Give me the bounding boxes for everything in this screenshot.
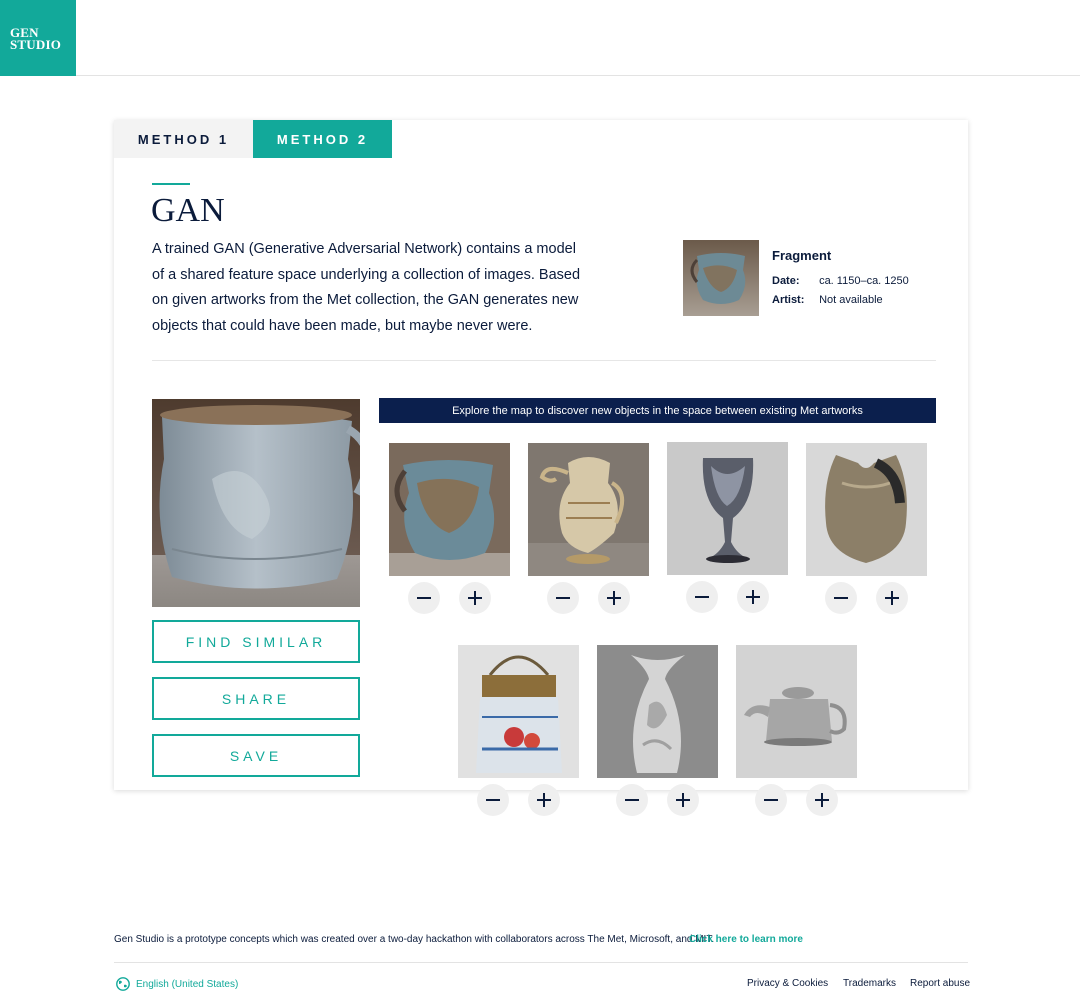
language-label: English (United States) bbox=[136, 978, 239, 990]
remove-weight-button[interactable] bbox=[755, 784, 787, 816]
source-tile-fragment-jar bbox=[389, 443, 510, 614]
artist-label: Artist: bbox=[772, 294, 805, 306]
source-tile-teapot bbox=[736, 645, 857, 816]
bag-image[interactable] bbox=[458, 645, 579, 778]
explore-banner: Explore the map to discover new objects … bbox=[379, 398, 936, 423]
globe-icon bbox=[116, 977, 130, 991]
generated-artwork-image bbox=[152, 399, 360, 607]
jar-image[interactable] bbox=[389, 443, 510, 576]
source-tile-vase bbox=[597, 645, 718, 816]
learn-more-link[interactable]: Click here to learn more bbox=[689, 934, 803, 945]
source-tile-beaded-bag bbox=[458, 645, 579, 816]
goblet-image[interactable] bbox=[667, 442, 788, 575]
title-accent-line bbox=[152, 183, 190, 185]
date-label: Date: bbox=[772, 275, 800, 287]
remove-weight-button[interactable] bbox=[477, 784, 509, 816]
remove-weight-button[interactable] bbox=[686, 581, 718, 613]
artwork-date-row: Date: ca. 1150–ca. 1250 bbox=[772, 275, 909, 287]
remove-weight-button[interactable] bbox=[547, 582, 579, 614]
ewer-image[interactable] bbox=[528, 443, 649, 576]
share-button[interactable]: SHARE bbox=[152, 677, 360, 720]
tab-method-1[interactable]: METHOD 1 bbox=[114, 120, 253, 158]
remove-weight-button[interactable] bbox=[825, 582, 857, 614]
footer-divider bbox=[114, 962, 968, 963]
page-title: GAN bbox=[151, 192, 225, 229]
find-similar-button[interactable]: FIND SIMILAR bbox=[152, 620, 360, 663]
logo-line-2: STUDIO bbox=[10, 37, 62, 52]
add-weight-button[interactable] bbox=[528, 784, 560, 816]
gan-description: A trained GAN (Generative Adversarial Ne… bbox=[152, 241, 581, 334]
add-weight-button[interactable] bbox=[876, 582, 908, 614]
remove-weight-button[interactable] bbox=[616, 784, 648, 816]
artwork-title: Fragment bbox=[772, 248, 832, 263]
add-weight-button[interactable] bbox=[737, 581, 769, 613]
add-weight-button[interactable] bbox=[598, 582, 630, 614]
teapot-image[interactable] bbox=[736, 645, 857, 778]
source-tile-armor bbox=[806, 443, 927, 614]
gen-studio-logo[interactable]: GEN STUDIO bbox=[0, 0, 76, 76]
privacy-link[interactable]: Privacy & Cookies bbox=[747, 978, 828, 989]
report-abuse-link[interactable]: Report abuse bbox=[910, 978, 970, 989]
language-selector[interactable]: English (United States) bbox=[116, 977, 238, 991]
artwork-artist-row: Artist: Not available bbox=[772, 294, 883, 306]
add-weight-button[interactable] bbox=[806, 784, 838, 816]
section-divider bbox=[152, 360, 936, 361]
selected-artwork-thumbnail bbox=[683, 240, 759, 316]
source-tile-ewer bbox=[528, 443, 649, 614]
save-button[interactable]: SAVE bbox=[152, 734, 360, 777]
method-card: METHOD 1 METHOD 2 GAN A trained GAN (Gen… bbox=[114, 120, 968, 816]
vase-image[interactable] bbox=[597, 645, 718, 778]
artist-value: Not available bbox=[819, 294, 883, 306]
source-tile-goblet bbox=[667, 442, 788, 613]
date-value: ca. 1150–ca. 1250 bbox=[819, 275, 909, 287]
footer-description: Gen Studio is a prototype concepts which… bbox=[114, 934, 715, 945]
header-divider bbox=[76, 75, 1080, 76]
add-weight-button[interactable] bbox=[459, 582, 491, 614]
armor-image[interactable] bbox=[806, 443, 927, 576]
add-weight-button[interactable] bbox=[667, 784, 699, 816]
trademarks-link[interactable]: Trademarks bbox=[843, 978, 896, 989]
tab-method-2[interactable]: METHOD 2 bbox=[253, 120, 392, 158]
remove-weight-button[interactable] bbox=[408, 582, 440, 614]
